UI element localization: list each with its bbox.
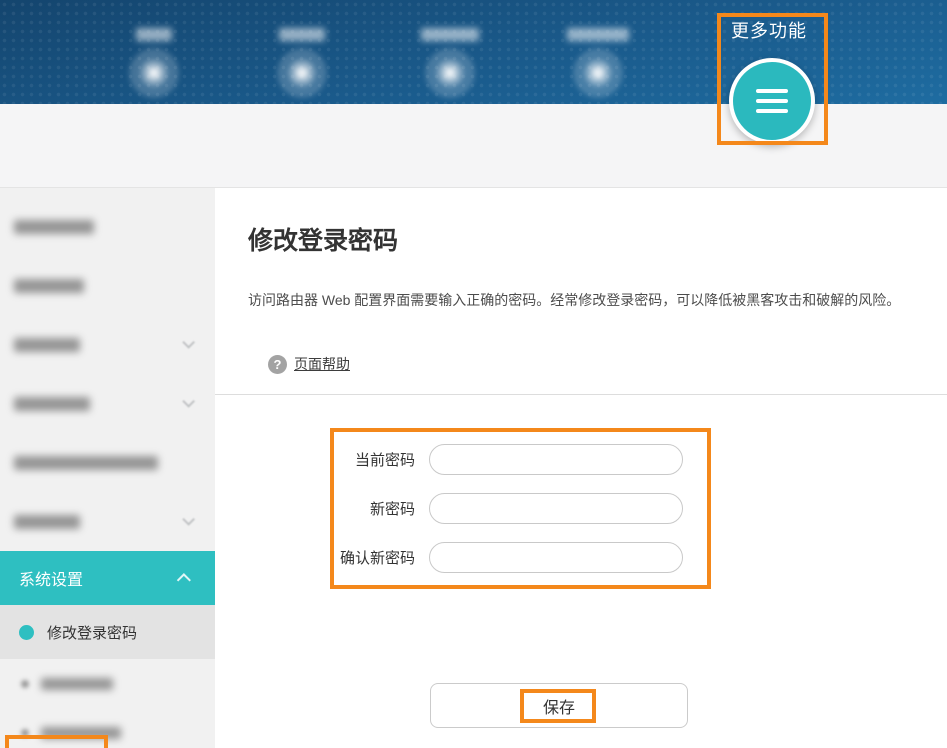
selected-bullet-icon (19, 625, 34, 640)
chevron-down-icon (182, 395, 195, 408)
form-row-current-password: 当前密码 (334, 444, 707, 475)
page-help-label: 页面帮助 (294, 354, 350, 374)
nav-label-blurred (567, 28, 629, 41)
sidebar-item-system-settings[interactable]: 系统设置 (0, 551, 215, 605)
bullet-icon (21, 729, 29, 737)
current-password-field[interactable] (429, 444, 683, 475)
confirm-password-label: 确认新密码 (334, 547, 415, 568)
sidebar-item-blurred-5[interactable] (0, 433, 215, 492)
nav-label-blurred (136, 28, 172, 41)
page-help-link[interactable]: ? 页面帮助 (268, 354, 350, 374)
page-title: 修改登录密码 (248, 221, 398, 257)
nav-item-wifi[interactable] (390, 28, 510, 96)
new-password-label: 新密码 (334, 498, 415, 519)
home-icon (131, 50, 177, 96)
router-admin-page: 更多功能 系统设置 修改登录密码 (0, 0, 947, 748)
sidebar-subitem-blurred-2[interactable] (0, 708, 215, 748)
hamburger-icon (756, 89, 788, 93)
nav-item-diagnose[interactable] (538, 28, 658, 96)
password-form-highlight-box: 当前密码 新密码 确认新密码 (330, 428, 711, 589)
chevron-down-icon (182, 336, 195, 349)
chevron-down-icon (182, 513, 195, 526)
system-settings-label: 系统设置 (19, 566, 83, 590)
sidebar-item-blurred-3[interactable] (0, 315, 215, 374)
section-divider (215, 394, 947, 395)
chevron-up-icon (177, 573, 191, 587)
form-row-new-password: 新密码 (334, 493, 707, 524)
help-icon: ? (268, 355, 287, 374)
page-description: 访问路由器 Web 配置界面需要输入正确的密码。经常修改登录密码，可以降低被黑客… (248, 290, 908, 311)
sidebar: 系统设置 修改登录密码 (0, 188, 215, 748)
current-password-label: 当前密码 (334, 449, 415, 470)
change-login-password-label: 修改登录密码 (47, 622, 137, 643)
content-area: 系统设置 修改登录密码 修改登录密码 访问路由器 Web 配置界面需要输入正确的… (0, 187, 947, 748)
wifi-icon (427, 50, 473, 96)
bullet-icon (21, 680, 29, 688)
sidebar-item-blurred-2[interactable] (0, 256, 215, 315)
main-panel: 修改登录密码 访问路由器 Web 配置界面需要输入正确的密码。经常修改登录密码，… (215, 188, 947, 748)
sidebar-item-blurred-6[interactable] (0, 492, 215, 551)
nav-item-home[interactable] (94, 28, 214, 96)
confirm-password-field[interactable] (429, 542, 683, 573)
sidebar-item-blurred-4[interactable] (0, 374, 215, 433)
network-icon (279, 50, 325, 96)
more-functions-label: 更多功能 (731, 17, 807, 43)
more-functions-button[interactable] (729, 58, 815, 144)
sidebar-item-change-login-password[interactable]: 修改登录密码 (0, 605, 215, 659)
save-button-label: 保存 (543, 694, 575, 718)
form-row-confirm-password: 确认新密码 (334, 542, 707, 573)
save-button[interactable]: 保存 (430, 683, 688, 728)
diagnose-icon (575, 50, 621, 96)
sidebar-subitem-blurred-1[interactable] (0, 659, 215, 708)
new-password-field[interactable] (429, 493, 683, 524)
nav-item-network[interactable] (242, 28, 362, 96)
sidebar-item-blurred-1[interactable] (0, 197, 215, 256)
nav-label-blurred (421, 28, 479, 41)
nav-label-blurred (279, 28, 325, 41)
